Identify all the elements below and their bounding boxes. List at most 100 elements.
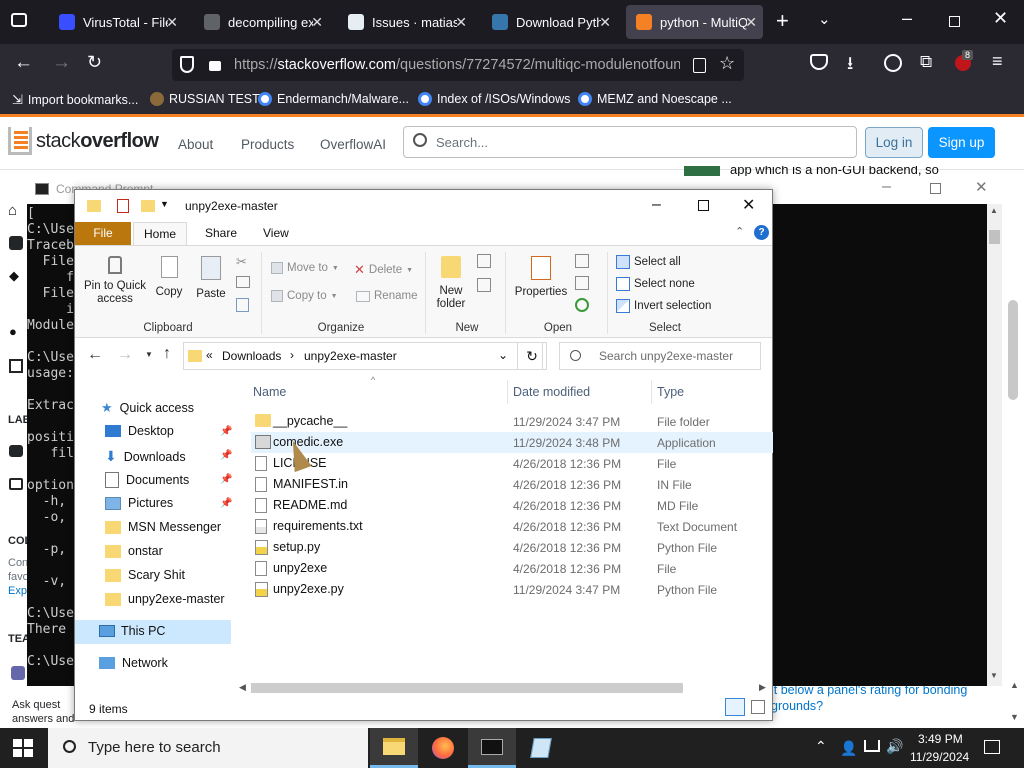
select-all-button[interactable]: Select all [616,255,681,269]
up-level-icon[interactable]: ↑ [163,345,171,363]
delete-button[interactable]: ✕ Delete ▼ [354,262,413,278]
ribbon-collapse-icon[interactable]: ⌃ [735,225,744,238]
pocket-icon[interactable] [810,54,828,70]
edit-icon[interactable] [575,276,589,290]
cmd-scroll-down-icon[interactable]: ▼ [990,671,998,680]
browser-tab[interactable]: python - MultiQ ✕ [626,5,763,39]
url-bar[interactable]: https://stackoverflow.com/questions/7727… [172,49,744,81]
people-icon[interactable]: 👤 [840,740,857,757]
scroll-left-icon[interactable]: ◀ [239,682,246,693]
explorer-close-button[interactable]: ✕ [742,195,755,215]
explorer-search-input[interactable]: Search unpy2exe-master [559,342,761,370]
file-row[interactable]: setup.py 4/26/2018 12:36 PM Python File [251,537,773,558]
clock-date[interactable]: 11/29/2024 [910,750,969,764]
close-tab-icon[interactable]: ✕ [166,14,178,31]
bookmark-memz[interactable]: MEMZ and Noescape ... [578,92,732,106]
questions-icon[interactable] [9,236,23,250]
address-dropdown-icon[interactable]: ⌄ [498,348,508,362]
extensions-icon[interactable]: ⧉ [920,52,932,72]
qat-dropdown-icon[interactable]: ▼ [160,199,169,209]
pin-icon[interactable]: 📌 [220,498,232,509]
bookmark-endermanch[interactable]: Endermanch/Malware... [258,92,409,106]
hamburger-menu-icon[interactable]: ≡ [992,51,1003,72]
pin-icon[interactable]: 📌 [220,426,232,437]
browser-tab[interactable]: Download Pytho✕ [482,5,617,39]
open-icon[interactable] [575,254,589,268]
address-bar[interactable]: « Downloads › unpy2exe-master ⌄ [183,342,543,370]
forward-nav-icon[interactable]: → [117,346,133,364]
notification-center-icon[interactable] [984,740,1000,754]
browser-tab[interactable]: Issues · matiasb✕ [338,5,473,39]
so-nav-about[interactable]: About [178,137,213,152]
scroll-right-icon[interactable]: ▶ [759,682,766,693]
ribbon-tab-share[interactable]: Share [205,226,237,240]
home-icon[interactable]: ⌂ [8,202,17,219]
tab-list-icon[interactable] [11,13,27,27]
cmd-scrollbar-thumb[interactable] [989,230,1000,244]
taskbar-notepad[interactable] [517,728,565,768]
forward-arrow-icon[interactable]: → [52,52,71,74]
new-tab-button[interactable]: + [776,8,789,34]
column-divider[interactable] [507,380,508,404]
horizontal-scrollbar-thumb[interactable] [251,683,683,693]
horizontal-scrollbar[interactable]: ◀ ▶ [237,680,771,696]
close-tab-icon[interactable]: ✕ [599,14,611,31]
cut-icon[interactable]: ✂ [236,254,247,270]
close-window-button[interactable]: ✕ [993,8,1008,29]
so-nav-products[interactable]: Products [241,137,294,152]
cmd-scrollbar[interactable]: ▲ ▼ [987,204,1002,686]
help-icon[interactable]: ? [754,225,769,240]
discussions-icon[interactable] [9,445,23,457]
restore-window-button[interactable] [949,16,960,27]
nav-desktop[interactable]: Desktop [105,424,174,438]
nav-folder-msn[interactable]: MSN Messenger [105,520,221,534]
signup-button[interactable]: Sign up [928,127,995,158]
tags-icon[interactable]: ◆ [9,268,19,284]
column-header-date[interactable]: Date modified [513,385,590,399]
so-search-input[interactable]: Search... [403,126,857,158]
pin-icon[interactable]: 📌 [220,474,232,485]
bookmark-isos[interactable]: Index of /ISOs/Windows [418,92,570,106]
taskbar-file-explorer[interactable] [370,728,418,768]
nav-folder-scary[interactable]: Scary Shit [105,568,185,582]
easy-access-icon[interactable] [477,278,491,292]
close-tab-icon[interactable]: ✕ [311,14,323,31]
back-arrow-icon[interactable]: ← [14,52,33,74]
reader-view-icon[interactable] [693,58,706,73]
so-nav-overflowai[interactable]: OverflowAI [320,137,386,152]
sidebar-explore-link[interactable]: Exp [8,585,27,597]
refresh-button[interactable]: ↻ [517,342,547,370]
nav-folder-onstar[interactable]: onstar [105,544,163,558]
network-tray-icon[interactable] [864,740,880,752]
properties-qat-icon[interactable] [117,199,129,213]
ribbon-tab-file[interactable]: File [75,222,131,245]
file-row[interactable]: MANIFEST.in 4/26/2018 12:36 PM IN File [251,474,773,495]
show-hidden-icons-icon[interactable]: ⌃ [815,738,827,755]
minimize-window-button[interactable]: – [902,8,912,29]
select-none-button[interactable]: Select none [616,277,695,291]
companies-icon[interactable] [9,359,23,373]
new-folder-qat-icon[interactable] [141,200,155,212]
paste-button[interactable]: Paste [193,256,229,301]
cmd-close-button[interactable]: ✕ [975,178,988,196]
nav-folder-unpy2exe[interactable]: unpy2exe-master [105,592,225,606]
users-icon[interactable]: ● [9,324,17,339]
back-nav-icon[interactable]: ← [87,346,103,364]
file-row[interactable]: README.md 4/26/2018 12:36 PM MD File [251,495,773,516]
taskbar-firefox[interactable] [419,728,467,768]
reload-icon[interactable]: ↻ [87,52,102,73]
nav-downloads[interactable]: ⬇ Downloads [105,448,186,465]
copy-to-button[interactable]: Copy to ▼ [271,290,338,302]
new-item-icon[interactable] [477,254,491,268]
explorer-maximize-button[interactable] [698,200,709,211]
large-icons-view-icon[interactable] [751,700,765,714]
new-folder-button[interactable]: New folder [431,256,471,311]
nav-quick-access[interactable]: ★ Quick access [101,400,194,416]
invert-selection-button[interactable]: Invert selection [616,299,711,313]
taskbar-command-prompt[interactable] [468,728,516,768]
start-button[interactable] [13,739,33,757]
bookmark-russian-test[interactable]: RUSSIAN TEST [150,92,260,106]
move-to-button[interactable]: Move to ▼ [271,262,339,274]
explorer-minimize-button[interactable]: – [652,196,661,214]
properties-button[interactable]: Properties [513,256,569,299]
